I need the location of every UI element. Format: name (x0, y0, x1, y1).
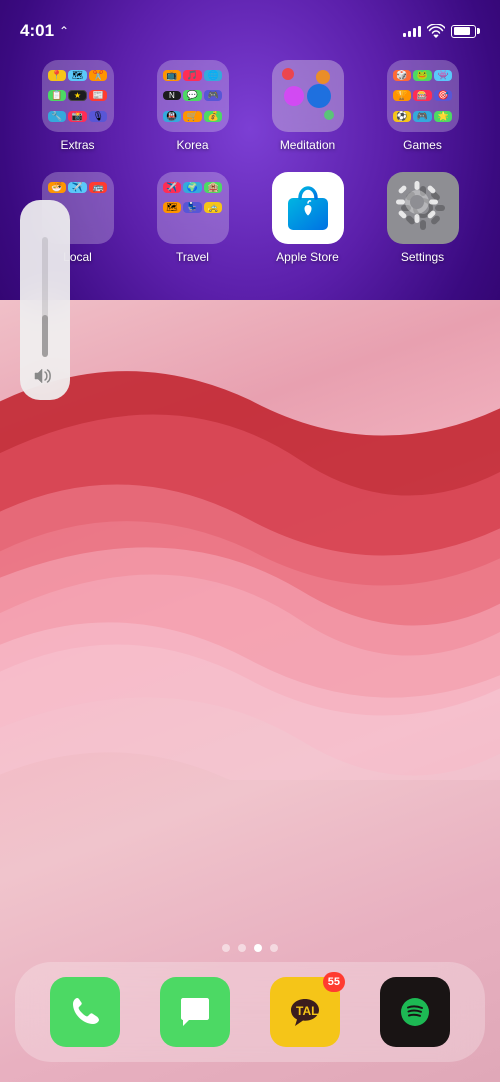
dock-spotify[interactable] (380, 977, 450, 1047)
wifi-icon (427, 24, 445, 38)
games-label: Games (403, 138, 442, 152)
meditation-icon[interactable] (272, 60, 344, 132)
page-dot-4 (270, 944, 278, 952)
signal-bar-1 (403, 33, 406, 37)
status-time: 4:01 (20, 21, 54, 41)
signal-bar-2 (408, 31, 411, 37)
volume-bar-bg (42, 237, 48, 357)
app-korea[interactable]: 📺 🎵 🌐 N 💬 🎮 🚇 🛒 💰 Korea (148, 60, 238, 152)
phone-icon[interactable] (50, 977, 120, 1047)
page-dots (0, 944, 500, 952)
messages-icon[interactable] (160, 977, 230, 1047)
app-extras[interactable]: 📍 🗺 ✂️ 📋 ★ 📰 🔧 📸 🎙 Extras (33, 60, 123, 152)
apple-store-icon[interactable] (272, 172, 344, 244)
settings-icon[interactable] (387, 172, 459, 244)
travel-icon[interactable]: ✈️ 🌍 🏨 🗺 💺 🚕 (157, 172, 229, 244)
extras-label: Extras (60, 138, 94, 152)
app-row-2: 🍜 ✈️ 🚌 Local ✈️ 🌍 🏨 🗺 💺 🚕 (20, 172, 480, 264)
app-settings[interactable]: Settings (378, 172, 468, 264)
page-dot-2 (238, 944, 246, 952)
meditation-label: Meditation (280, 138, 335, 152)
signal-bar-3 (413, 28, 416, 37)
dock: 55 TALK (15, 962, 485, 1062)
page-dot-3 (254, 944, 262, 952)
dock-messages[interactable] (160, 977, 230, 1047)
app-apple-store[interactable]: Apple Store (263, 172, 353, 264)
apple-store-label: Apple Store (276, 250, 339, 264)
signal-bars (403, 26, 421, 37)
svg-text:TALK: TALK (296, 1004, 325, 1018)
games-icon[interactable]: 🎲 🐸 👾 🏆 🎰 🎯 ⚽ 🎮 🌟 (387, 60, 459, 132)
status-right (403, 24, 480, 38)
app-travel[interactable]: ✈️ 🌍 🏨 🗺 💺 🚕 Travel (148, 172, 238, 264)
dock-phone[interactable] (50, 977, 120, 1047)
battery-icon (451, 25, 480, 38)
status-bar: 4:01 ⌃ (0, 0, 500, 50)
wallpaper-waves (0, 280, 500, 780)
page-dot-1 (222, 944, 230, 952)
volume-hud (20, 200, 70, 400)
korea-icon[interactable]: 📺 🎵 🌐 N 💬 🎮 🚇 🛒 💰 (157, 60, 229, 132)
extras-icon[interactable]: 📍 🗺 ✂️ 📋 ★ 📰 🔧 📸 🎙 (42, 60, 114, 132)
dock-kakaotalk[interactable]: 55 TALK (270, 977, 340, 1047)
travel-label: Travel (176, 250, 209, 264)
kakaotalk-badge: 55 (323, 972, 345, 992)
volume-speaker-icon (34, 367, 56, 390)
korea-label: Korea (176, 138, 208, 152)
volume-bar-fill (42, 315, 48, 357)
signal-bar-4 (418, 26, 421, 37)
spotify-icon[interactable] (380, 977, 450, 1047)
settings-label: Settings (401, 250, 444, 264)
location-icon: ⌃ (59, 24, 69, 38)
apps-section: 📍 🗺 ✂️ 📋 ★ 📰 🔧 📸 🎙 Extras 📺 🎵 🌐 N 💬 🎮 (0, 60, 500, 284)
app-row-1: 📍 🗺 ✂️ 📋 ★ 📰 🔧 📸 🎙 Extras 📺 🎵 🌐 N 💬 🎮 (20, 60, 480, 152)
app-meditation[interactable]: Meditation (263, 60, 353, 152)
app-games[interactable]: 🎲 🐸 👾 🏆 🎰 🎯 ⚽ 🎮 🌟 Games (378, 60, 468, 152)
